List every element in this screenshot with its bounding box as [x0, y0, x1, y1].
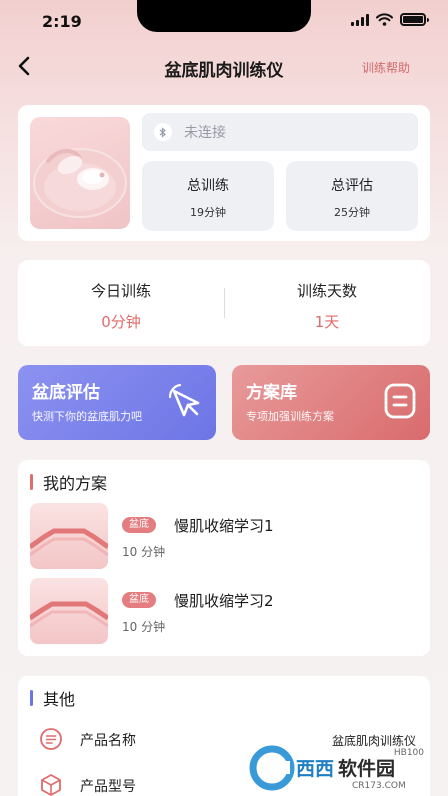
plan-thumbnail — [30, 578, 108, 644]
plan-item[interactable]: 盆底 慢肌收缩学习2 10 分钟 — [30, 578, 420, 644]
notch — [137, 0, 311, 32]
wifi-icon — [376, 13, 393, 26]
total-training-value: 19分钟 — [190, 206, 226, 219]
document-icon — [384, 383, 416, 419]
plan-name: 慢肌收缩学习2 — [174, 592, 274, 610]
plans-tile-title: 方案库 — [246, 383, 297, 403]
list-circle-icon — [40, 728, 62, 750]
today-training-value: 0分钟 — [101, 313, 141, 331]
plan-thumbnail — [30, 503, 108, 569]
plan-duration: 10 分钟 — [122, 545, 166, 559]
section-header: 其他 — [30, 686, 75, 710]
device-card: 未连接 总训练 19分钟 总评估 25分钟 — [18, 105, 430, 241]
total-training-label: 总训练 — [187, 178, 229, 194]
cursor-arrow-icon — [168, 383, 200, 417]
device-image — [30, 117, 130, 229]
svg-text:CR173.COM: CR173.COM — [352, 781, 406, 791]
total-assessment-label: 总评估 — [331, 178, 373, 194]
nav-bar: 盆底肌肉训练仪 训练帮助 — [0, 44, 448, 88]
total-training-box: 总训练 19分钟 — [142, 161, 274, 231]
pelvic-assessment-tile[interactable]: 盆底评估 快测下你的盆底肌力吧 — [18, 365, 216, 440]
connection-text: 未连接 — [184, 125, 226, 141]
status-icons — [351, 13, 429, 26]
watermark-logo: 西西 软件园 CR173.COM — [249, 745, 406, 791]
assess-tile-title: 盆底评估 — [32, 383, 100, 403]
signal-icon — [351, 13, 369, 26]
box-icon — [41, 774, 61, 796]
product-model-label: 产品型号 — [80, 779, 136, 795]
bluetooth-icon — [154, 123, 172, 141]
plan-tag: 盆底 — [122, 592, 156, 608]
status-bar: 2:19 — [0, 0, 448, 44]
plans-tile-subtitle: 专项加强训练方案 — [246, 410, 334, 423]
product-name-label: 产品名称 — [80, 733, 136, 749]
status-time: 2:19 — [42, 12, 82, 31]
plan-library-tile[interactable]: 方案库 专项加强训练方案 — [232, 365, 430, 440]
svg-text:西西: 西西 — [296, 758, 334, 780]
today-training-label: 今日训练 — [90, 282, 151, 300]
today-summary-card: 今日训练 0分钟 训练天数 1天 — [18, 260, 430, 346]
svg-text:软件园: 软件园 — [338, 757, 395, 780]
training-days-value: 1天 — [314, 313, 340, 331]
plan-duration: 10 分钟 — [122, 620, 166, 634]
connection-status[interactable]: 未连接 — [142, 113, 418, 151]
total-assessment-value: 25分钟 — [334, 206, 370, 219]
my-plans-card: 我的方案 盆底 慢肌收缩学习1 10 分钟 盆底 慢肌收缩学习2 10 分钟 — [18, 460, 430, 656]
plan-item[interactable]: 盆底 慢肌收缩学习1 10 分钟 — [30, 503, 420, 569]
section-header: 我的方案 — [30, 470, 107, 494]
other-title: 其他 — [43, 690, 76, 709]
battery-icon — [400, 13, 429, 26]
assess-tile-subtitle: 快测下你的盆底肌力吧 — [32, 410, 142, 423]
training-days: 训练天数 1天 — [224, 260, 430, 346]
my-plans-title: 我的方案 — [43, 474, 108, 493]
training-days-label: 训练天数 — [296, 282, 357, 300]
plan-tag: 盆底 — [122, 517, 156, 533]
section-accent-bar — [30, 690, 33, 706]
plan-name: 慢肌收缩学习1 — [174, 517, 274, 535]
section-accent-bar — [30, 474, 33, 490]
total-assessment-box: 总评估 25分钟 — [286, 161, 418, 231]
training-help-link[interactable]: 训练帮助 — [362, 59, 410, 76]
today-training: 今日训练 0分钟 — [18, 260, 224, 346]
